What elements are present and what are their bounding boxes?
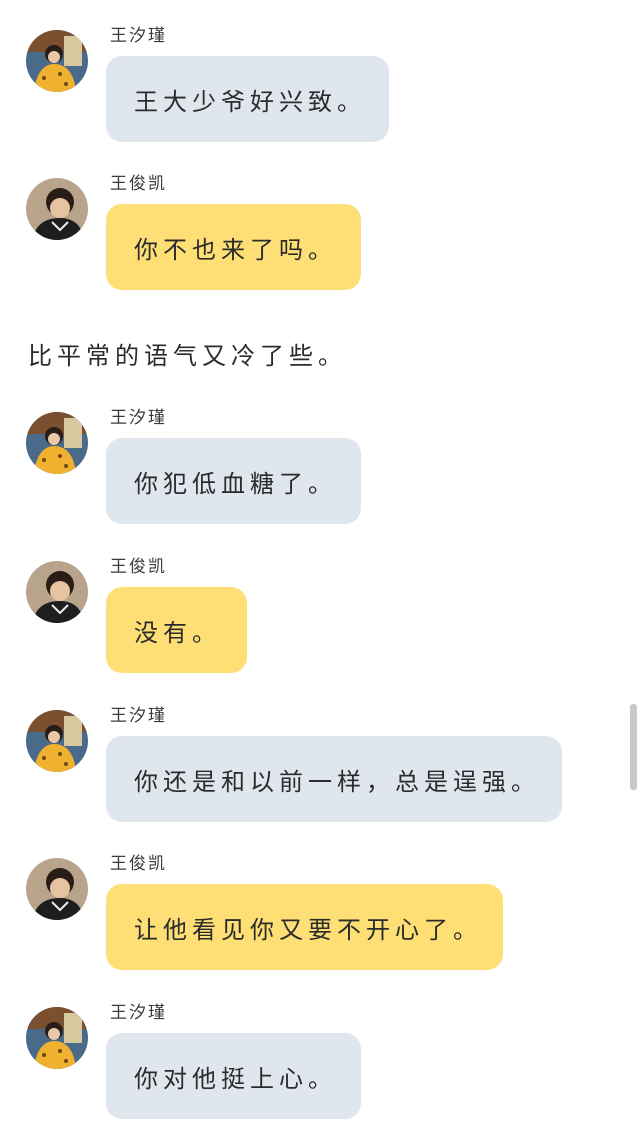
sender-name: 王汐瑾 — [110, 408, 167, 428]
message-bubble[interactable]: 你不也来了吗。 — [106, 204, 361, 290]
sender-name: 王俊凯 — [110, 854, 167, 874]
sender-name: 王汐瑾 — [110, 706, 167, 726]
sender-name: 王汐瑾 — [110, 1003, 167, 1023]
scrollbar[interactable] — [630, 704, 637, 790]
message-bubble[interactable]: 你还是和以前一样，总是逞强。 — [106, 736, 562, 822]
message-bubble[interactable]: 你犯低血糖了。 — [106, 438, 361, 524]
boy-avatar-icon[interactable] — [26, 178, 88, 240]
boy-avatar-icon[interactable] — [26, 858, 88, 920]
sender-name: 王汐瑾 — [110, 26, 167, 46]
message-bubble[interactable]: 没有。 — [106, 587, 247, 673]
boy-avatar-icon[interactable] — [26, 561, 88, 623]
girl-avatar-icon[interactable] — [26, 710, 88, 772]
message-bubble[interactable]: 王大少爷好兴致。 — [106, 56, 389, 142]
girl-avatar-icon[interactable] — [26, 30, 88, 92]
sender-name: 王俊凯 — [110, 557, 167, 577]
girl-avatar-icon[interactable] — [26, 1007, 88, 1069]
message-bubble[interactable]: 你对他挺上心。 — [106, 1033, 361, 1119]
message-bubble[interactable]: 让他看见你又要不开心了。 — [106, 884, 503, 970]
sender-name: 王俊凯 — [110, 174, 167, 194]
narration-text: 比平常的语气又冷了些。 — [28, 342, 347, 370]
girl-avatar-icon[interactable] — [26, 412, 88, 474]
